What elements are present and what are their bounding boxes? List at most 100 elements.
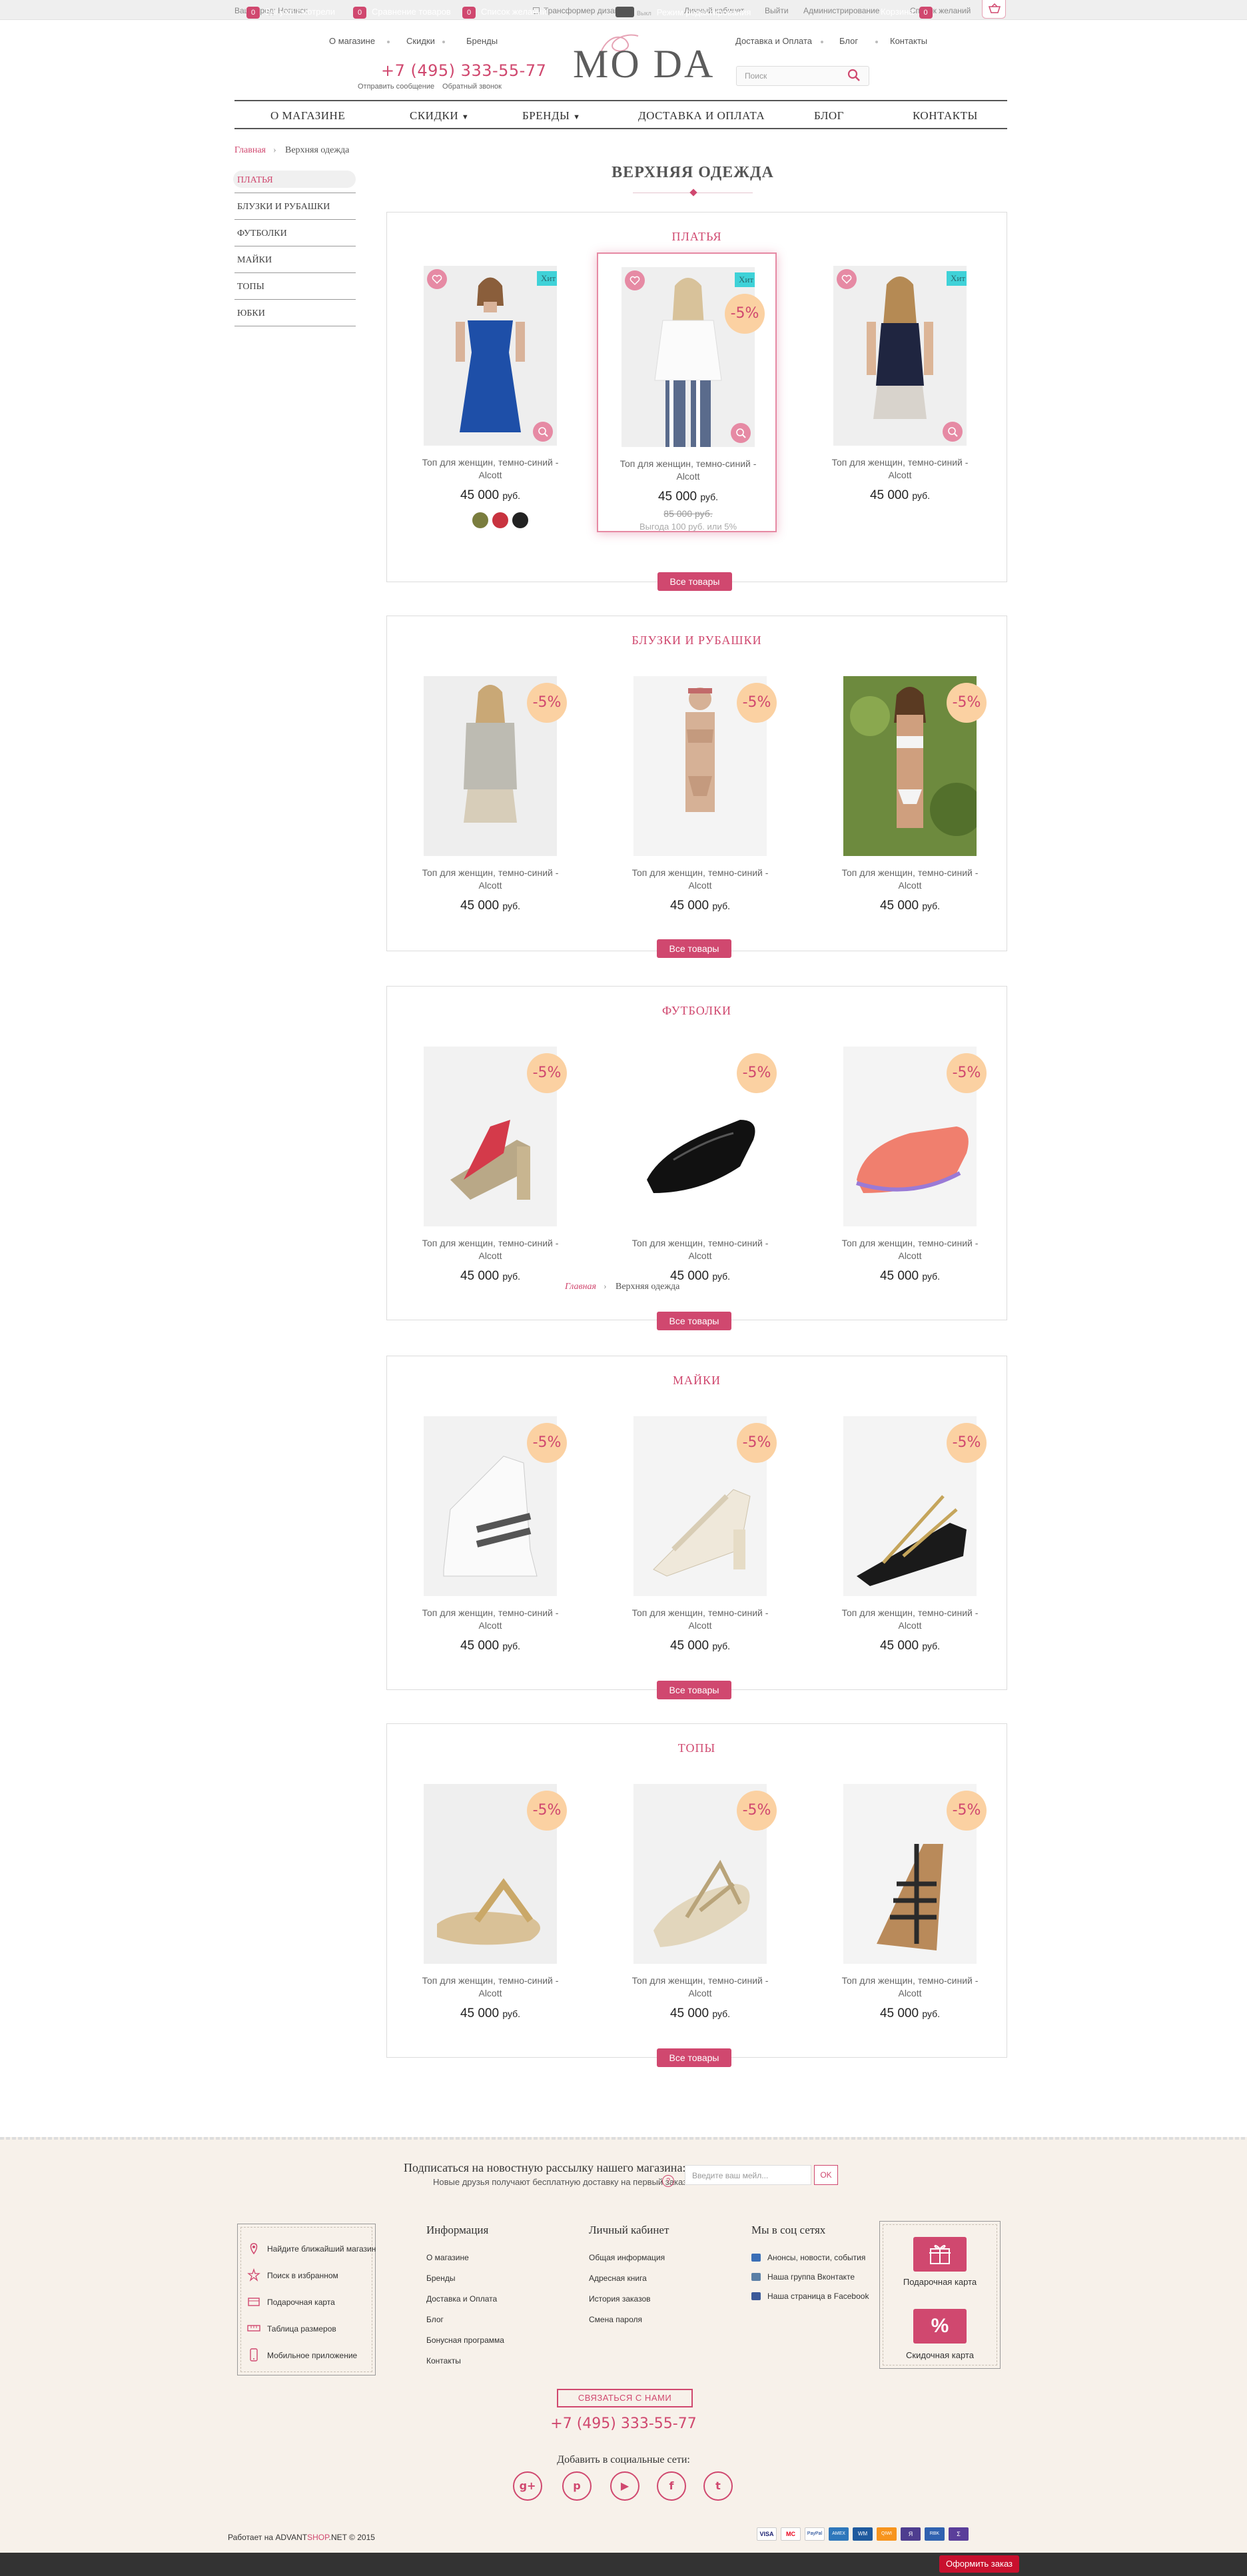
color-swatch-black[interactable] xyxy=(512,512,528,528)
product-name[interactable]: Топ для женщин, темно-синий - Alcott xyxy=(612,458,765,483)
help-icon[interactable]: ? xyxy=(662,2175,674,2187)
site-logo[interactable]: MO DA xyxy=(573,41,715,87)
product-photo[interactable]: Хит xyxy=(833,266,967,446)
sidebar-item-dresses[interactable]: ПЛАТЬЯ xyxy=(233,167,356,193)
product-name[interactable]: Топ для женщин, темно-синий - Alcott xyxy=(833,867,987,892)
stray-breadcrumb-home[interactable]: Главная xyxy=(565,1282,596,1292)
compare-button[interactable]: 0 Сравнение товаров xyxy=(353,7,451,19)
wishlist-heart-button[interactable] xyxy=(837,269,857,289)
product-card[interactable]: -5% Топ для женщин, темно-синий - Alcott… xyxy=(400,663,580,943)
footer-info-link[interactable]: Блог xyxy=(426,2315,444,2324)
main-nav-about[interactable]: О МАГАЗИНЕ xyxy=(270,109,345,123)
product-card-highlighted[interactable]: Хит -5% Топ для женщин, темно-синий - Al… xyxy=(597,252,777,532)
newsletter-submit-button[interactable]: OK xyxy=(814,2165,838,2185)
product-name[interactable]: Топ для женщин, темно-синий - Alcott xyxy=(833,1237,987,1262)
product-name[interactable]: Топ для женщин, темно-синий - Alcott xyxy=(624,1237,777,1262)
header-nav-brands[interactable]: Бренды xyxy=(466,36,498,46)
footer-social-twitter[interactable]: Анонсы, новости, события xyxy=(751,2253,865,2262)
footer-info-link[interactable]: Доставка и Оплата xyxy=(426,2294,497,2304)
product-name[interactable]: Топ для женщин, темно-синий - Alcott xyxy=(414,1607,567,1632)
product-card[interactable]: -5% Топ для женщин, темно-синий - Alcott… xyxy=(610,1403,790,1683)
footer-info-link[interactable]: Бонусная программа xyxy=(426,2336,504,2345)
footer-social-facebook[interactable]: Наша страница в Facebook xyxy=(751,2292,869,2301)
quick-view-button[interactable] xyxy=(533,422,553,442)
product-card[interactable]: -5% Топ для женщин, темно-синий - Alcott… xyxy=(820,663,1000,943)
main-nav-delivery[interactable]: ДОСТАВКА И ОПЛАТА xyxy=(638,109,765,123)
main-nav-brands[interactable]: БРЕНДЫ ▼ xyxy=(522,109,580,123)
all-products-button[interactable]: Все товары xyxy=(657,572,732,591)
footer-cabinet-link[interactable]: Общая информация xyxy=(589,2253,665,2262)
product-name[interactable]: Топ для женщин, темно-синий - Alcott xyxy=(833,1607,987,1632)
product-name[interactable]: Топ для женщин, темно-синий - Alcott xyxy=(823,456,977,482)
discount-card-button[interactable]: % xyxy=(913,2309,967,2344)
header-phone[interactable]: +7 (495) 333-55-77 xyxy=(381,61,546,80)
quick-view-button[interactable] xyxy=(943,422,963,442)
powered-brand[interactable]: ADVANT xyxy=(275,2533,307,2542)
main-nav-blog[interactable]: БЛОГ xyxy=(814,109,844,123)
youtube-icon[interactable]: ▶ xyxy=(610,2471,639,2501)
product-card[interactable]: -5% Топ для женщин, темно-синий - Alcott… xyxy=(820,1771,1000,2050)
quick-view-button[interactable] xyxy=(731,423,751,443)
product-name[interactable]: Топ для женщин, темно-синий - Alcott xyxy=(414,867,567,892)
product-card[interactable]: Хит Топ для женщин, темно-синий - Alcott… xyxy=(400,252,580,532)
facebook-share-icon[interactable]: f xyxy=(657,2471,686,2501)
product-name[interactable]: Топ для женщин, темно-синий - Alcott xyxy=(414,1974,567,2000)
product-name[interactable]: Топ для женщин, темно-синий - Alcott xyxy=(414,1237,567,1262)
footer-phone[interactable]: +7 (495) 333-55-77 xyxy=(0,2415,1247,2432)
sidebar-item-blouses[interactable]: БЛУЗКИ И РУБАШКИ xyxy=(234,193,356,220)
footer-cabinet-link[interactable]: Смена пароля xyxy=(589,2315,642,2324)
sidebar-item-tanks[interactable]: МАЙКИ xyxy=(234,246,356,273)
product-card[interactable]: -5% Топ для женщин, темно-синий - Alcott… xyxy=(400,1033,580,1313)
all-products-button[interactable]: Все товары xyxy=(657,939,731,958)
footer-info-link[interactable]: Контакты xyxy=(426,2356,461,2365)
wishlist-heart-button[interactable] xyxy=(625,270,645,290)
edit-mode-toggle[interactable]: Выкл Режим редактирования xyxy=(616,7,751,17)
bottom-wishlist-button[interactable]: 0 Список желаний xyxy=(462,7,547,19)
main-nav-discounts[interactable]: СКИДКИ ▼ xyxy=(410,109,469,123)
header-nav-contacts[interactable]: Контакты xyxy=(890,36,927,46)
googleplus-icon[interactable]: g+ xyxy=(513,2471,542,2501)
contact-us-button[interactable]: СВЯЗАТЬСЯ С НАМИ xyxy=(557,2389,693,2407)
footer-cabinet-link[interactable]: История заказов xyxy=(589,2294,651,2304)
callback-link[interactable]: Обратный звонок xyxy=(442,83,502,91)
sidebar-item-tshirts[interactable]: ФУТБОЛКИ xyxy=(234,220,356,246)
sidebar-item-tops[interactable]: ТОПЫ xyxy=(234,273,356,300)
checkout-button[interactable]: Оформить заказ xyxy=(939,2555,1019,2573)
product-card[interactable]: -5% Топ для женщин, темно-синий - Alcott… xyxy=(610,663,790,943)
product-card[interactable]: Хит Топ для женщин, темно-синий - Alcott… xyxy=(810,252,990,532)
viewed-products-button[interactable]: 0 Вы уже смотрели xyxy=(246,7,335,19)
all-products-button[interactable]: Все товары xyxy=(657,1312,731,1330)
all-products-button[interactable]: Все товары xyxy=(657,2048,731,2067)
product-card[interactable]: -5% Топ для женщин, темно-синий - Alcott… xyxy=(820,1403,1000,1683)
product-name[interactable]: Топ для женщин, темно-синий - Alcott xyxy=(624,1974,777,2000)
product-name[interactable]: Топ для женщин, темно-синий - Alcott xyxy=(624,867,777,892)
design-transformer-link[interactable]: Трансформер дизайна xyxy=(533,6,628,15)
footer-cabinet-link[interactable]: Адресная книга xyxy=(589,2274,647,2283)
footer-social-vk[interactable]: Наша группа Вконтакте xyxy=(751,2272,855,2282)
header-nav-blog[interactable]: Блог xyxy=(839,36,858,46)
product-photo[interactable]: Хит xyxy=(622,267,755,447)
bottom-cart-button[interactable]: Корзина 0 xyxy=(881,7,938,19)
footer-info-link[interactable]: Бренды xyxy=(426,2274,455,2283)
twitter-share-icon[interactable]: t xyxy=(703,2471,733,2501)
main-nav-contacts[interactable]: КОНТАКТЫ xyxy=(913,109,978,123)
footer-info-link[interactable]: О магазине xyxy=(426,2253,469,2262)
sidebar-item-skirts[interactable]: ЮБКИ xyxy=(234,300,356,326)
product-name[interactable]: Топ для женщин, темно-синий - Alcott xyxy=(833,1974,987,2000)
product-card[interactable]: -5% Топ для женщин, темно-синий - Alcott… xyxy=(610,1033,790,1313)
color-swatch-red[interactable] xyxy=(492,512,508,528)
product-name[interactable]: Топ для женщин, темно-синий - Alcott xyxy=(414,456,567,482)
send-message-link[interactable]: Отправить сообщение xyxy=(358,83,434,91)
header-nav-about[interactable]: О магазине xyxy=(329,36,375,46)
gift-card-button[interactable] xyxy=(913,2237,967,2272)
admin-link[interactable]: Администрирование xyxy=(803,6,879,15)
product-photo[interactable]: Хит xyxy=(424,266,557,446)
breadcrumb-home[interactable]: Главная xyxy=(234,145,266,156)
logout-link[interactable]: Выйти xyxy=(765,6,789,15)
product-card[interactable]: -5% Топ для женщин, темно-синий - Alcott… xyxy=(610,1771,790,2050)
product-name[interactable]: Топ для женщин, темно-синий - Alcott xyxy=(624,1607,777,1632)
pinterest-icon[interactable]: p xyxy=(562,2471,592,2501)
product-card[interactable]: -5% Топ для женщин, темно-синий - Alcott… xyxy=(400,1771,580,2050)
product-card[interactable]: -5% Топ для женщин, темно-синий - Alcott… xyxy=(400,1403,580,1683)
header-nav-delivery[interactable]: Доставка и Оплата xyxy=(735,36,812,46)
